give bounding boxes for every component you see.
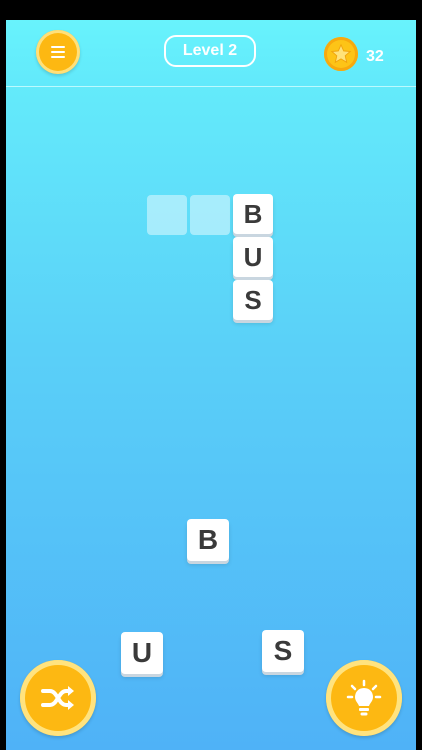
- hint-button[interactable]: [326, 660, 402, 736]
- coin-count: 32: [366, 48, 384, 65]
- shuffle-icon: [41, 686, 74, 710]
- lightbulb-icon: [346, 679, 382, 716]
- game-screen: Level 2 32 B U S B U S: [6, 20, 416, 750]
- letter-tile[interactable]: S: [262, 630, 304, 672]
- board-tile: S: [233, 280, 273, 320]
- star-coin-icon: [324, 37, 358, 71]
- board-tile: U: [233, 237, 273, 277]
- empty-slot: [147, 195, 187, 235]
- menu-icon: [51, 46, 65, 58]
- letter-tile[interactable]: B: [187, 519, 229, 561]
- empty-slot: [190, 195, 230, 235]
- shuffle-button[interactable]: [20, 660, 96, 736]
- board-tile: B: [233, 194, 273, 234]
- level-indicator: Level 2: [164, 35, 256, 67]
- menu-button[interactable]: [36, 30, 80, 74]
- top-bar: Level 2 32: [6, 20, 416, 87]
- letter-tile[interactable]: U: [121, 632, 163, 674]
